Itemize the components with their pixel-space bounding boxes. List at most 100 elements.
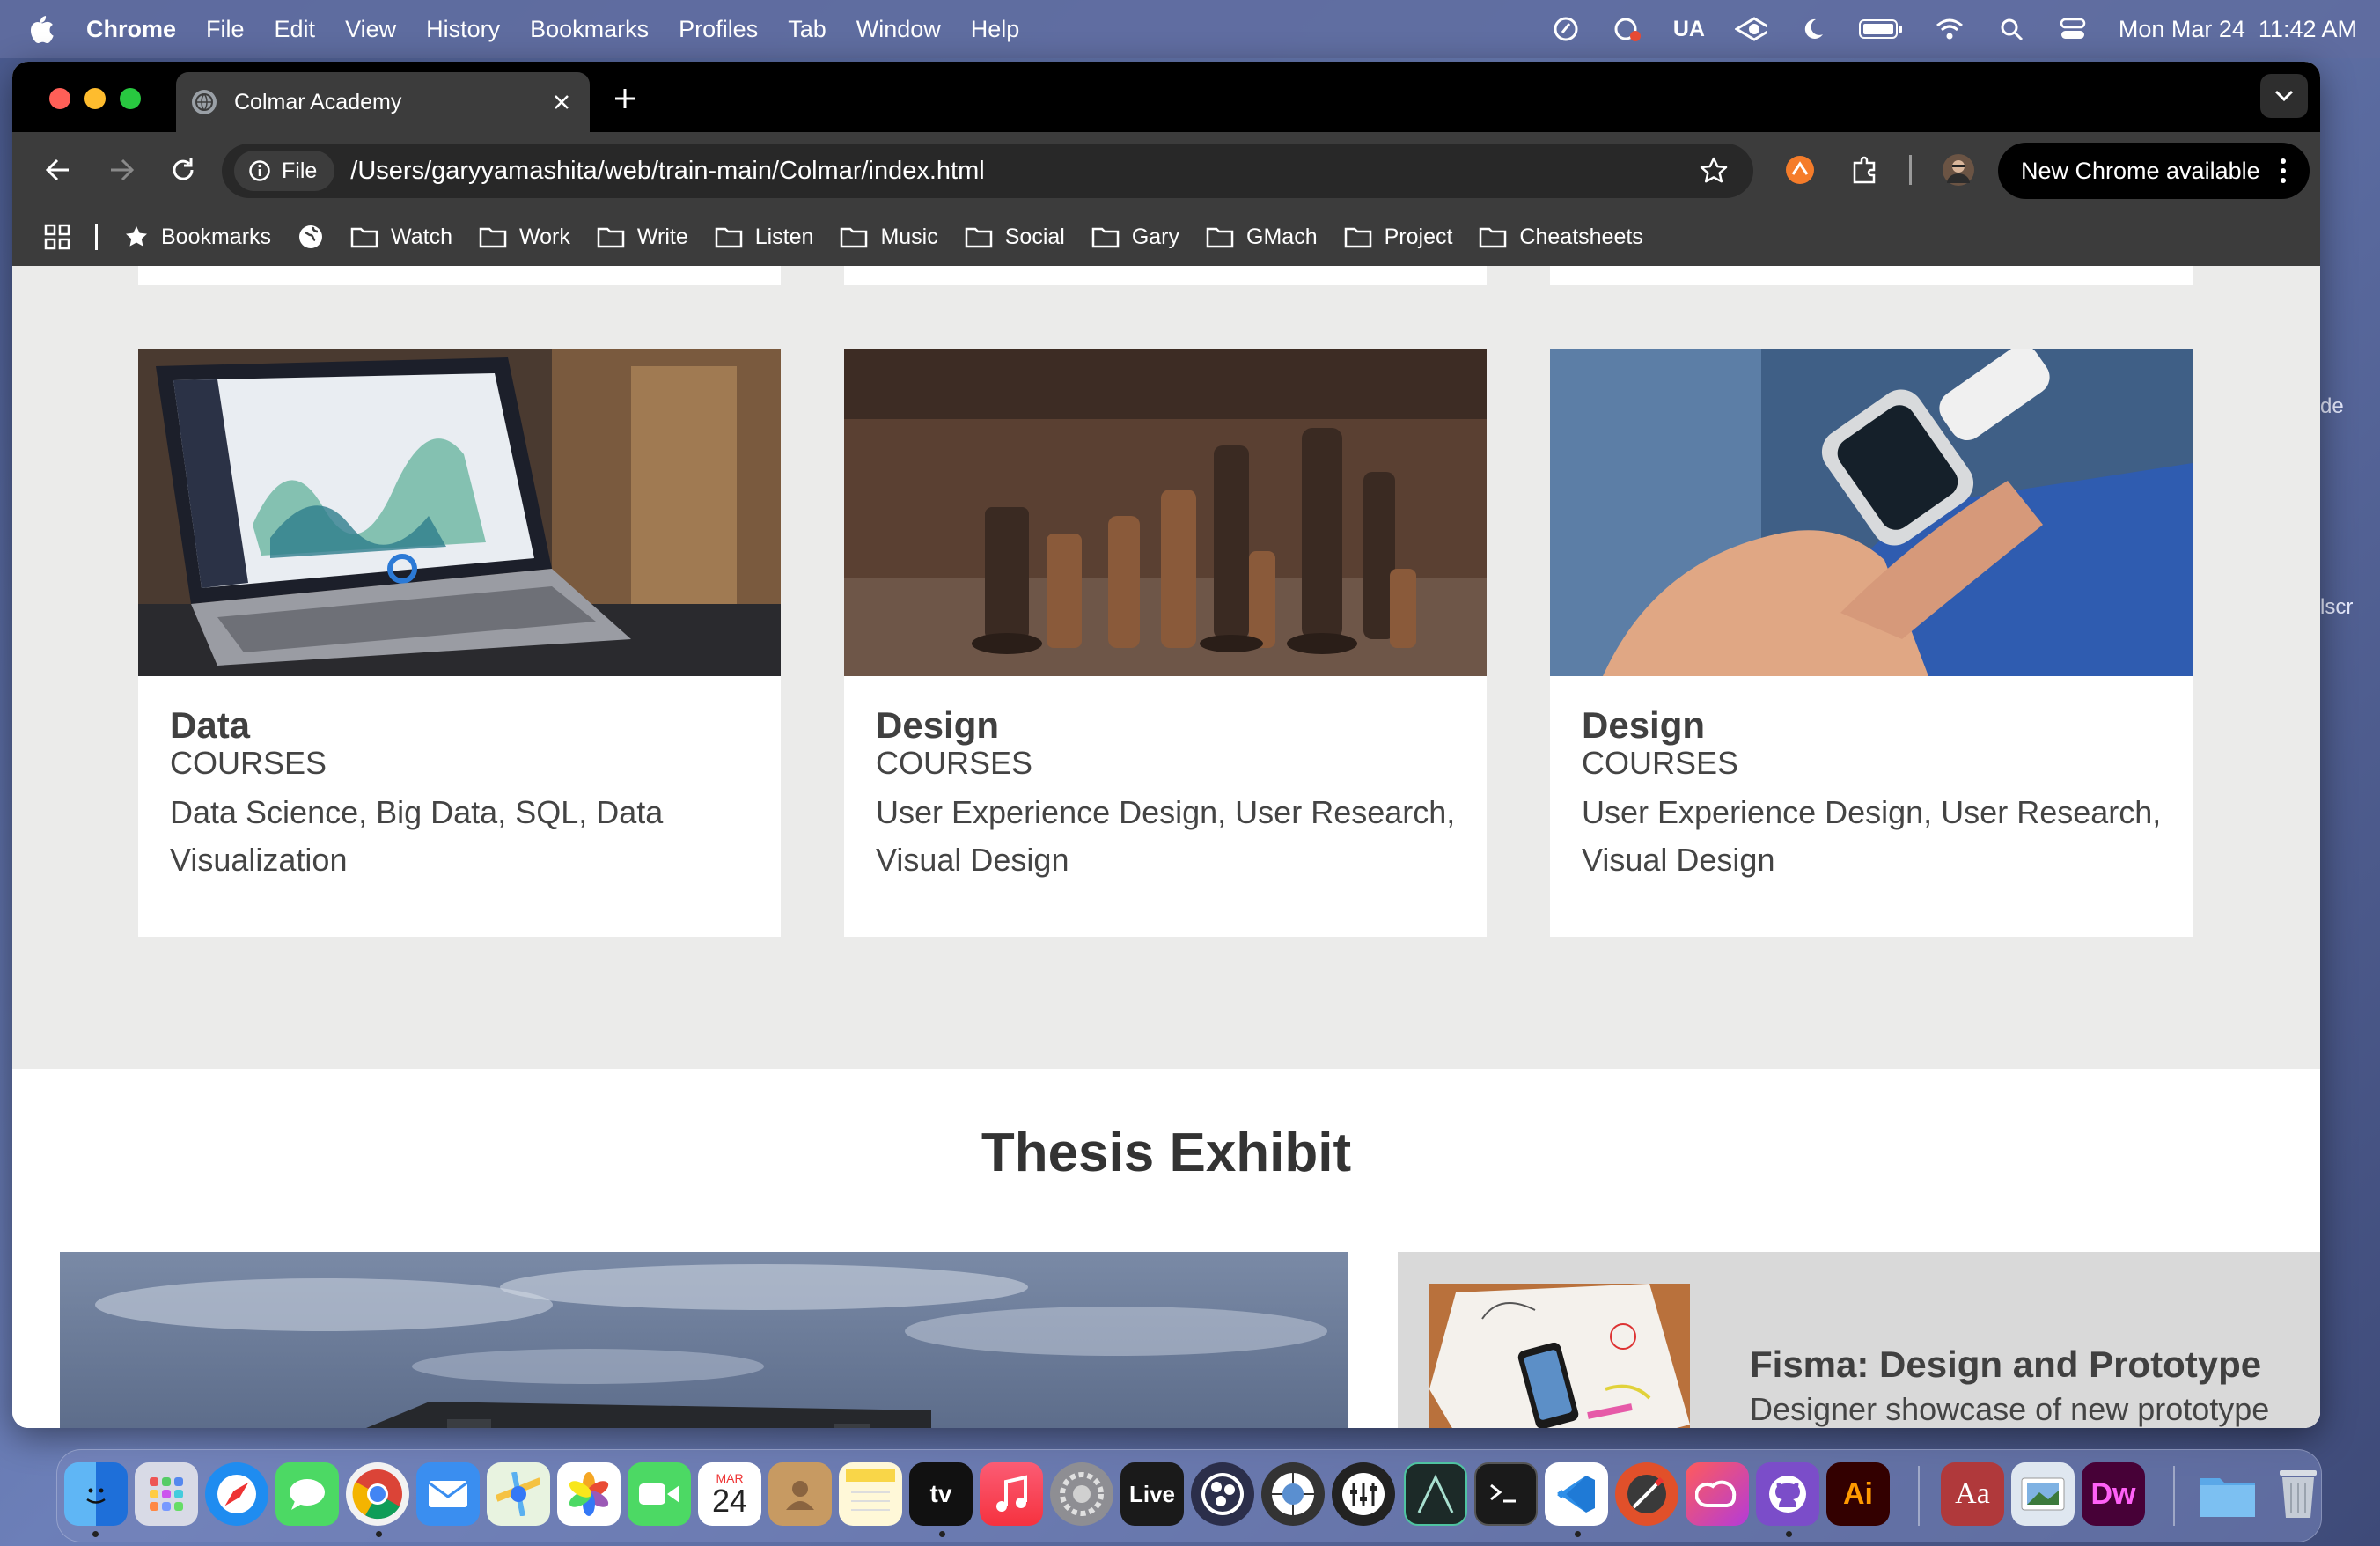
preview-icon[interactable] [2011,1462,2075,1526]
wifi-icon[interactable] [1934,13,1965,45]
apps-grid-icon[interactable] [44,223,72,251]
launchpad-icon[interactable] [135,1462,198,1526]
obs-icon[interactable] [1191,1462,1254,1526]
moon-icon[interactable] [1796,13,1828,45]
menubar-clock[interactable]: Mon Mar 24 11:42 AM [2119,16,2357,43]
dock: MAR 24 tv Live Ai Aa Dw [56,1449,2322,1542]
bookmark-folder-cheatsheets[interactable]: Cheatsheets [1479,225,1643,250]
close-tab-icon[interactable] [549,90,574,114]
creative-cloud-status-icon[interactable] [1612,13,1643,45]
music-status-icon[interactable] [1550,13,1582,45]
new-tab-button[interactable] [607,81,643,116]
bookmark-folder-music[interactable]: Music [840,225,938,250]
apple-tv-icon[interactable]: tv [909,1462,973,1526]
bookmark-folder-watch[interactable]: Watch [350,225,452,250]
menu-tab[interactable]: Tab [788,16,826,43]
trash-icon[interactable] [2266,1462,2330,1526]
bookmark-folder-work[interactable]: Work [479,225,570,250]
photos-icon[interactable] [557,1462,621,1526]
bookmarks-bar: Bookmarks Watch Work Write Listen Music … [12,208,2320,266]
menu-history[interactable]: History [426,16,500,43]
minimize-window-button[interactable] [84,88,106,109]
course-card-design[interactable]: Design COURSES User Experience Design, U… [1550,349,2193,937]
dreamweaver-icon[interactable]: Dw [2082,1462,2145,1526]
tab-search-button[interactable] [2260,74,2308,118]
maps-icon[interactable] [487,1462,550,1526]
bookmark-label: Write [636,224,688,249]
card-partial [844,266,1487,285]
thesis-card-description: Designer showcase of new prototype produ… [1750,1391,2270,1427]
ableton-live-icon[interactable]: Live [1120,1462,1184,1526]
terminal-icon[interactable] [1474,1462,1538,1526]
site-info-chip[interactable]: File [234,151,335,191]
safari-icon[interactable] [205,1462,268,1526]
ua-connect-icon[interactable] [1734,13,1767,45]
menu-edit[interactable]: Edit [275,16,316,43]
thesis-card-fisma[interactable]: Fisma: Design and Prototype Designer sho… [1398,1252,2320,1428]
github-desktop-icon[interactable] [1756,1462,1819,1526]
calendar-icon[interactable]: MAR 24 [698,1462,761,1526]
course-card-design[interactable]: Design COURSES User Experience Design, U… [844,349,1487,937]
reload-icon[interactable] [164,151,202,189]
profile-avatar[interactable] [1940,151,1977,188]
illustrator-icon[interactable]: Ai [1826,1462,1890,1526]
notes-icon[interactable] [839,1462,902,1526]
system-settings-icon[interactable] [1050,1462,1113,1526]
close-window-button[interactable] [49,88,70,109]
menu-bookmarks[interactable]: Bookmarks [530,16,649,43]
forward-arrow-icon[interactable] [102,151,141,189]
finder-icon[interactable] [64,1462,128,1526]
live-label: Live [1128,1480,1176,1507]
bookmark-folder-social[interactable]: Social [965,225,1065,250]
extension-orange-icon[interactable] [1781,151,1818,188]
ua-console-icon[interactable] [1332,1462,1395,1526]
ua-connect-app-icon[interactable] [1261,1462,1325,1526]
input-source[interactable]: UA [1673,13,1705,45]
bookmarks-folder-main[interactable]: Bookmarks [124,225,271,250]
bookmark-globe[interactable] [298,224,324,250]
zoom-window-button[interactable] [120,88,141,109]
course-card-data[interactable]: Data COURSES Data Science, Big Data, SQL… [138,349,781,937]
menu-window[interactable]: Window [856,16,941,43]
chrome-icon[interactable] [346,1462,409,1526]
browser-toolbar: File /Users/garyyamashita/web/train-main… [12,132,2320,208]
tab-colmar-academy[interactable]: Colmar Academy [176,72,590,132]
extensions-puzzle-icon[interactable] [1847,151,1884,188]
compass-app-icon[interactable] [1615,1462,1678,1526]
bookmark-folder-write[interactable]: Write [597,225,688,250]
messages-icon[interactable] [275,1462,339,1526]
facetime-icon[interactable] [628,1462,691,1526]
app-a-icon[interactable] [1404,1462,1467,1526]
creative-cloud-icon[interactable] [1686,1462,1749,1526]
new-chrome-available-button[interactable]: New Chrome available [1998,143,2310,199]
folder-icon [1480,227,1507,248]
control-center-icon[interactable] [2057,13,2089,45]
apple-icon[interactable] [26,14,56,44]
bookmark-folder-gmach[interactable]: GMach [1206,225,1318,250]
browser-window: Colmar Academy File /Users/garyyamashita… [12,62,2320,1428]
mail-icon[interactable] [416,1462,480,1526]
bookmark-folder-gary[interactable]: Gary [1091,225,1179,250]
menu-app-name[interactable]: Chrome [86,16,176,43]
bookmark-folder-project[interactable]: Project [1344,225,1452,250]
url-text[interactable]: /Users/garyyamashita/web/train-main/Colm… [350,157,984,186]
bookmark-star-icon[interactable] [1697,154,1730,188]
battery-icon[interactable] [1858,13,1904,45]
contacts-icon[interactable] [768,1462,832,1526]
menu-help[interactable]: Help [971,16,1020,43]
menu-profiles[interactable]: Profiles [679,16,758,43]
bookmark-folder-listen[interactable]: Listen [715,225,813,250]
spotlight-search-icon[interactable] [1995,13,2027,45]
vscode-icon[interactable] [1545,1462,1608,1526]
downloads-folder-icon[interactable] [2196,1462,2259,1526]
dictionary-icon[interactable]: Aa [1941,1462,2004,1526]
running-indicator [1786,1531,1792,1537]
back-arrow-icon[interactable] [39,151,77,189]
menu-view[interactable]: View [345,16,396,43]
menu-file[interactable]: File [206,16,245,43]
thesis-hero-image[interactable] [60,1252,1348,1428]
page-viewport[interactable]: Data COURSES Data Science, Big Data, SQL… [12,266,2320,1428]
more-menu-icon[interactable] [2280,158,2287,183]
address-bar[interactable]: File /Users/garyyamashita/web/train-main… [222,144,1753,198]
music-icon[interactable] [980,1462,1043,1526]
